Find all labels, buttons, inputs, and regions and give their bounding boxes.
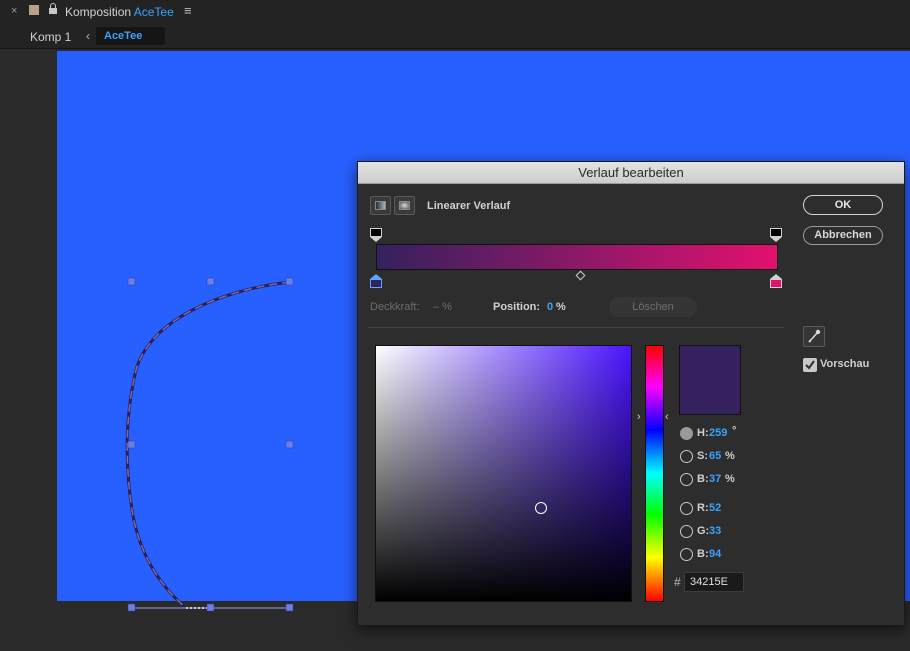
position-label: Position:	[493, 301, 541, 313]
hex-color-input[interactable]: 34215E	[684, 572, 744, 592]
hue-arrow-left-icon[interactable]: ›	[637, 411, 641, 423]
opacity-label: Deckkraft:	[370, 301, 420, 313]
hue-radio[interactable]	[680, 427, 693, 440]
section-divider	[368, 327, 784, 328]
opacity-stop-right[interactable]	[770, 228, 782, 242]
brightness-label: B:	[697, 473, 709, 485]
preview-checkbox[interactable]	[803, 358, 817, 372]
opacity-value[interactable]: – %	[433, 301, 452, 313]
gradient-ramp[interactable]	[376, 244, 778, 270]
blue-radio[interactable]	[680, 548, 693, 561]
position-value[interactable]: 0	[547, 301, 553, 313]
blue-value[interactable]: 94	[709, 548, 721, 560]
saturation-radio[interactable]	[680, 450, 693, 463]
hue-label: H:	[697, 427, 709, 439]
hue-arrow-right-icon[interactable]: ‹	[665, 411, 669, 423]
hex-hash-label: #	[674, 575, 681, 589]
cancel-button[interactable]: Abbrechen	[803, 226, 883, 245]
transform-handle-mid-right	[285, 440, 294, 449]
saturation-label: S:	[697, 450, 708, 462]
transform-handle-bottom-mid	[206, 603, 215, 612]
hue-unit: °	[732, 425, 737, 437]
color-stop-left[interactable]	[370, 274, 382, 288]
green-label: G:	[697, 525, 710, 537]
green-radio[interactable]	[680, 525, 693, 538]
gradient-type-label: Linearer Verlauf	[427, 200, 511, 212]
gradient-midpoint[interactable]	[575, 270, 586, 281]
preview-label: Vorschau	[820, 358, 870, 370]
red-label: R:	[697, 502, 709, 514]
linear-gradient-button[interactable]	[370, 196, 391, 215]
transform-handle-bottom-right	[285, 603, 294, 612]
brightness-value[interactable]: 37	[709, 473, 721, 485]
saturation-unit: %	[725, 450, 735, 462]
transform-handle-top-right	[285, 277, 294, 286]
color-stop-right[interactable]	[770, 274, 782, 288]
transform-handle-mid-left	[127, 440, 136, 449]
blue-label: B:	[697, 548, 709, 560]
red-radio[interactable]	[680, 502, 693, 515]
transform-handle-bottom-left	[127, 603, 136, 612]
saturation-brightness-field[interactable]	[375, 345, 632, 602]
transform-handle-top-mid	[206, 277, 215, 286]
selected-color-swatch	[679, 345, 741, 415]
position-unit: %	[556, 301, 566, 313]
delete-stop-button[interactable]: Löschen	[609, 297, 697, 317]
hue-value[interactable]: 259	[709, 427, 727, 439]
green-value[interactable]: 33	[709, 525, 721, 537]
red-value[interactable]: 52	[709, 502, 721, 514]
gradient-editor-dialog: Verlauf bearbeiten Linearer Verlauf OK A…	[357, 161, 905, 626]
radial-gradient-button[interactable]	[394, 196, 415, 215]
hue-slider[interactable]	[645, 345, 664, 602]
saturation-value[interactable]: 65	[709, 450, 721, 462]
brightness-unit: %	[725, 473, 735, 485]
transform-handle-top-left	[127, 277, 136, 286]
brightness-radio[interactable]	[680, 473, 693, 486]
ok-button[interactable]: OK	[803, 195, 883, 215]
eyedropper-icon[interactable]	[803, 326, 825, 347]
opacity-stop-left[interactable]	[370, 228, 382, 242]
color-picker-cursor[interactable]	[535, 502, 547, 514]
dialog-title: Verlauf bearbeiten	[358, 162, 904, 184]
